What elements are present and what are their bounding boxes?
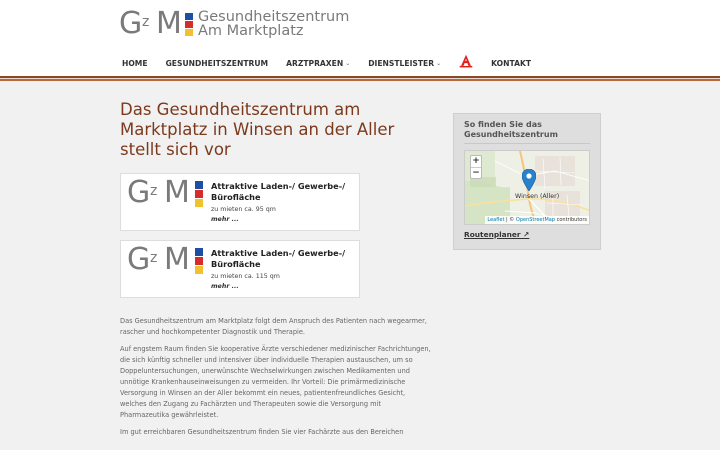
osm-link[interactable]: OpenStreetMap (516, 217, 555, 223)
zoom-in-button[interactable]: + (471, 156, 481, 167)
nav-gesundheitszentrum[interactable]: GESUNDHEITSZENTRUM (166, 59, 269, 68)
nav-kontakt[interactable]: KONTAKT (491, 59, 531, 68)
nav-gesundheitszentrum-label: GESUNDHEITSZENTRUM (165, 58, 269, 68)
logo-text: Gesundheitszentrum Am Marktplatz (198, 9, 350, 39)
logo-bar-blue (195, 248, 203, 256)
card-title[interactable]: Attraktive Laden-/ Gewerbe-/ Bürofläche (211, 181, 356, 203)
nav-dienstleister[interactable]: DIENSTLEISTER ⌄ (368, 59, 441, 68)
widget-title: So finden Sie das Gesundheitszentrum (464, 120, 558, 139)
leaflet-link[interactable]: Leaflet (487, 217, 504, 223)
card-subtitle: zu mieten ca. 115 qm (211, 273, 280, 280)
offer-card[interactable]: G z M Attraktive Laden-/ Gewerbe-/ Bürof… (120, 240, 360, 298)
logo-bar-yellow (185, 29, 193, 36)
logo-bar-red (185, 21, 193, 28)
logo-color-bars (185, 13, 193, 37)
chevron-down-icon: ⌄ (436, 59, 442, 67)
nav-arztpraxen-label: ARZTPRAXEN (286, 58, 344, 68)
nav-kontakt-label: KONTAKT (491, 58, 532, 68)
logo-letter-m: M (164, 242, 190, 277)
card-logo: G z M (127, 175, 205, 210)
logo-letter-z: z (142, 14, 150, 30)
logo-letter-g: G (119, 6, 142, 41)
logo-name-line1: Gesundheitszentrum (198, 9, 350, 25)
logo-bar-blue (185, 13, 193, 20)
logo-name-line2: Am Marktplatz (198, 23, 304, 39)
offer-card[interactable]: G z M Attraktive Laden-/ Gewerbe-/ Bürof… (120, 173, 360, 231)
card-logo: G z M (127, 242, 205, 277)
logo-color-bars (195, 181, 203, 207)
card-more-link[interactable]: mehr ... (211, 216, 239, 223)
intro-text: Das Gesundheitszentrum am Marktplatz fol… (120, 316, 432, 444)
nav-home-label: HOME (122, 58, 148, 68)
header-divider (0, 76, 720, 81)
widget-divider (464, 143, 590, 144)
logo-mark: G z M (119, 6, 197, 41)
map-attribution: Leaflet | © OpenStreetMap contributors (485, 216, 589, 224)
card-title[interactable]: Attraktive Laden-/ Gewerbe-/ Bürofläche (211, 248, 356, 270)
site-logo[interactable]: G z M Gesundheitszentrum Am Marktplatz (119, 6, 350, 41)
logo-bar-yellow (195, 199, 203, 207)
intro-paragraph: Im gut erreichbaren Gesundheitszentrum f… (120, 428, 404, 436)
location-widget: So finden Sie das Gesundheitszentrum Win… (453, 113, 601, 250)
attribution-separator: | © (504, 217, 516, 223)
intro-paragraph: Auf engstem Raum finden Sie kooperative … (120, 345, 431, 419)
chevron-down-icon: ⌄ (345, 59, 351, 67)
map-zoom-control: + − (470, 155, 482, 179)
logo-letter-z: z (150, 183, 158, 199)
logo-bar-red (195, 190, 203, 198)
logo-letter-z: z (150, 250, 158, 266)
logo-letter-g: G (127, 175, 151, 210)
apotheke-a-icon[interactable] (459, 54, 473, 68)
logo-bar-yellow (195, 266, 203, 274)
logo-letter-m: M (164, 175, 190, 210)
logo-color-bars (195, 248, 203, 274)
nav-arztpraxen[interactable]: ARZTPRAXEN ⌄ (286, 59, 350, 68)
map-marker-icon[interactable] (522, 169, 536, 191)
page-title: Das Gesundheitszentrum am Marktplatz in … (120, 100, 395, 159)
logo-letter-m: M (156, 6, 182, 41)
card-more-link[interactable]: mehr ... (211, 283, 239, 290)
logo-letter-g: G (127, 242, 151, 277)
map-place-label: Winsen (Aller) (515, 193, 560, 200)
nav-home[interactable]: HOME (122, 59, 148, 68)
main-nav: HOME GESUNDHEITSZENTRUM ARZTPRAXEN ⌄ DIEN… (122, 54, 549, 68)
site-header: G z M Gesundheitszentrum Am Marktplatz H… (0, 0, 720, 76)
route-planner-link[interactable]: Routenplaner ↗ (464, 230, 529, 239)
divider-line (0, 79, 720, 81)
card-subtitle: zu mieten ca. 95 qm (211, 206, 276, 213)
location-map[interactable]: Winsen (Aller) + − Leaflet | © OpenStree… (464, 150, 590, 225)
zoom-out-button[interactable]: − (471, 167, 481, 178)
attribution-suffix: contributors (555, 217, 587, 223)
logo-bar-blue (195, 181, 203, 189)
nav-dienstleister-label: DIENSTLEISTER (368, 58, 435, 68)
logo-bar-red (195, 257, 203, 265)
intro-paragraph: Das Gesundheitszentrum am Marktplatz fol… (120, 317, 427, 336)
